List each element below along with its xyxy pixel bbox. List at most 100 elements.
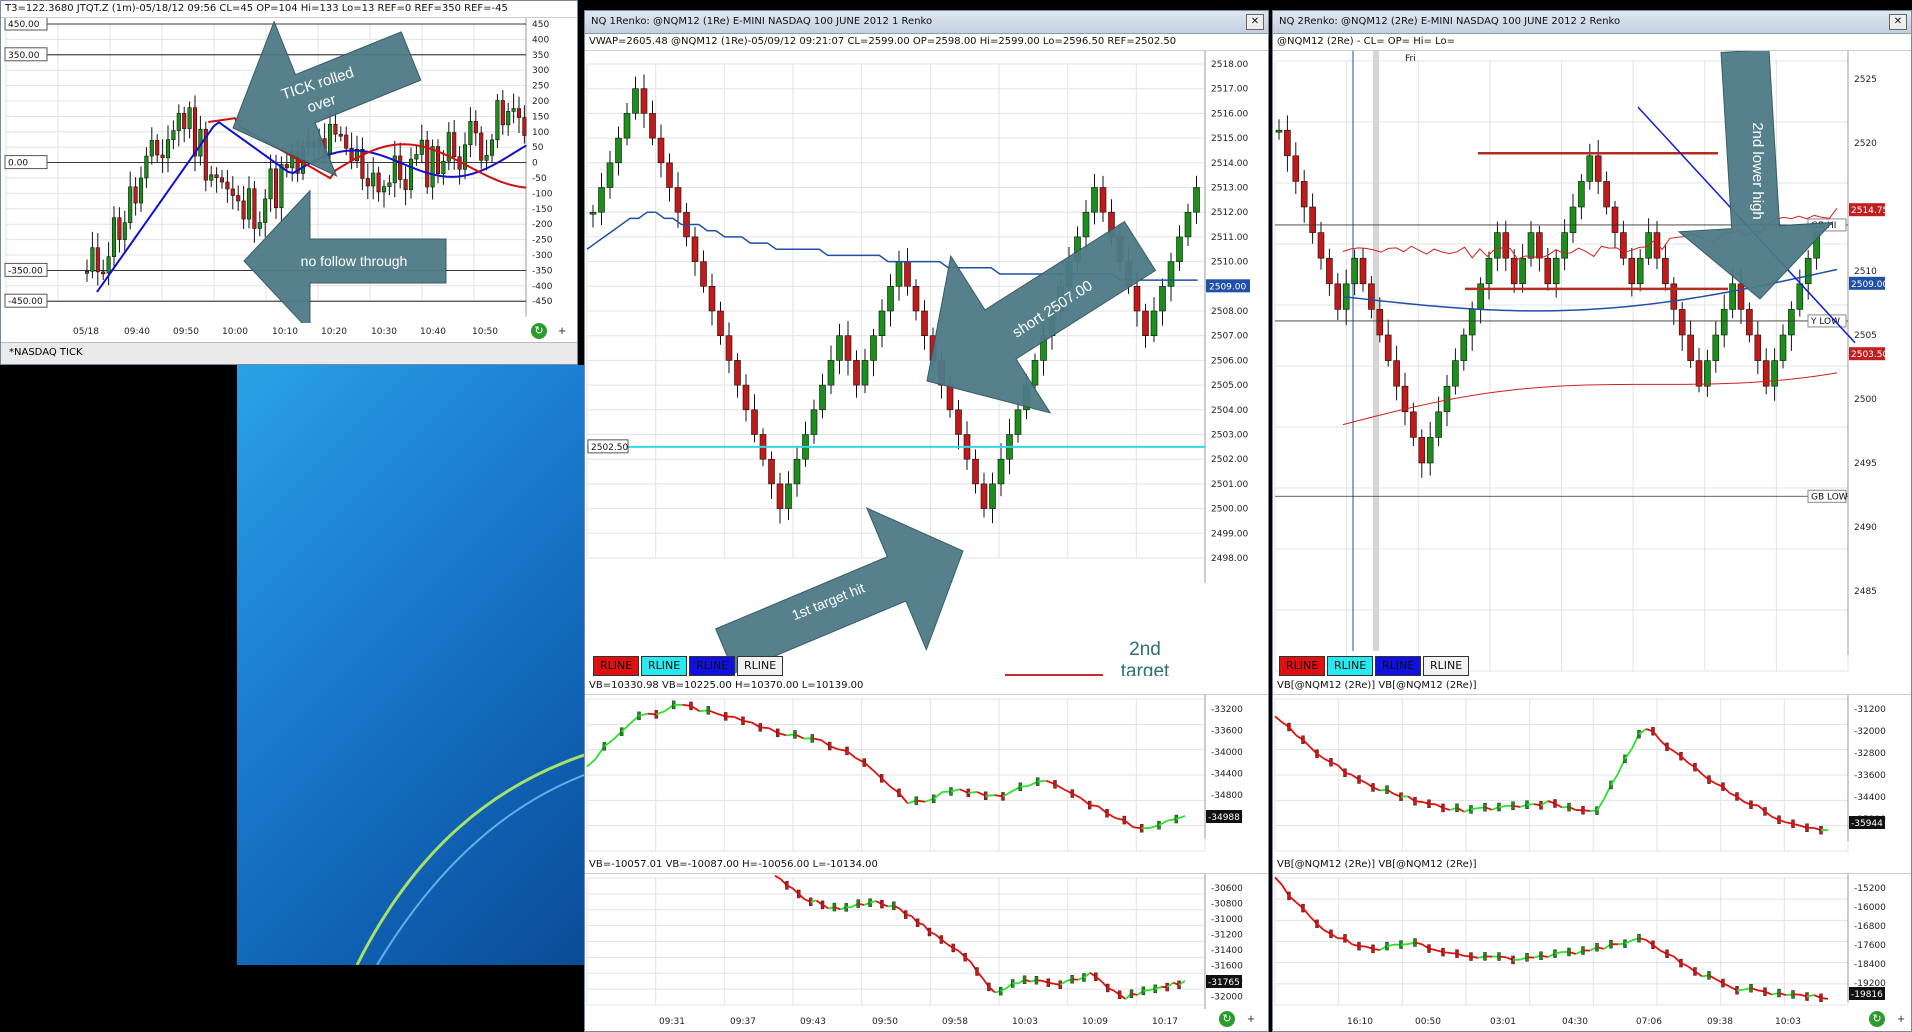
candle-body xyxy=(338,133,343,137)
candle-body xyxy=(489,139,495,156)
volume-balance-line xyxy=(1540,954,1549,958)
candle-body xyxy=(972,458,979,485)
renko2-vb1-plot: -31200-32000-32800-33600-34400-35200-359… xyxy=(1274,695,1886,852)
candle-body xyxy=(751,409,758,435)
vb-y-label: -31000 xyxy=(1211,915,1243,925)
vb-y-label: -33200 xyxy=(1211,705,1243,715)
renko1-vb2-plot: -30600-30800-31000-31200-31400-31600-318… xyxy=(586,874,1243,1009)
vb-y-label: -31600 xyxy=(1211,962,1243,972)
rline-button-red[interactable]: RLINE xyxy=(593,656,640,676)
volume-balance-line xyxy=(916,799,926,803)
tick-y-label: 350 xyxy=(532,51,549,61)
candle-body xyxy=(225,181,230,190)
volume-balance-line xyxy=(1470,807,1479,811)
tab-nasdaq-tick[interactable]: *NASDAQ TICK xyxy=(9,347,83,358)
tick-y-label: 0 xyxy=(532,159,538,169)
candle-body xyxy=(381,186,387,193)
renko1-y-label: 2506.00 xyxy=(1211,356,1248,366)
vb-y-label: -32000 xyxy=(1211,993,1243,1003)
candle-body xyxy=(1712,334,1720,361)
refresh-icon[interactable]: ↻ xyxy=(1869,1011,1885,1027)
vb-value-label: -35944 xyxy=(1851,819,1883,829)
candle-body xyxy=(1771,360,1778,387)
rline-button-red[interactable]: RLINE xyxy=(1279,656,1326,676)
rline-button-cyan[interactable]: RLINE xyxy=(641,656,688,676)
candle-body xyxy=(1393,360,1400,387)
candle-body xyxy=(106,256,111,274)
candle-body xyxy=(1519,257,1526,285)
desktop-wallpaper xyxy=(237,365,584,965)
vb-y-label: -34400 xyxy=(1211,770,1243,780)
candle-body xyxy=(1611,206,1619,233)
candle-body xyxy=(1754,334,1762,361)
candle-body xyxy=(365,178,370,187)
candle-body xyxy=(1620,232,1627,259)
candle-body xyxy=(468,121,473,146)
add-icon[interactable]: + xyxy=(1893,1011,1909,1027)
rline-button-cyan[interactable]: RLINE xyxy=(1327,656,1374,676)
candle-body xyxy=(921,310,928,337)
rline-button-blue[interactable]: RLINE xyxy=(689,656,736,676)
renko2-window: NQ 2Renko: @NQM12 (2Re) E-MINI NASDAQ 10… xyxy=(1272,10,1912,1032)
candle-body xyxy=(1544,257,1552,285)
candle-body xyxy=(473,121,478,134)
renko2-y-label: 2510 xyxy=(1854,267,1877,277)
refresh-icon[interactable]: ↻ xyxy=(531,323,547,339)
renko1-header: VWAP=2605.48 @NQM12 (1Re)-05/09/12 09:21… xyxy=(585,34,1268,51)
annotation-no-follow-through: no follow through xyxy=(301,253,408,269)
candle-body xyxy=(946,384,954,411)
candle-body xyxy=(1418,437,1426,464)
candle-body xyxy=(171,130,176,140)
candle-body xyxy=(95,247,100,273)
candle-body xyxy=(674,187,682,213)
candle-body xyxy=(1687,334,1694,361)
volume-balance-line xyxy=(1736,988,1745,992)
candle-body xyxy=(1729,283,1736,310)
close-icon[interactable]: ✕ xyxy=(1889,14,1907,30)
tick-x-axis: 05/18 09:40 09:50 10:00 10:10 10:20 10:3… xyxy=(1,327,531,341)
candle-body xyxy=(1376,309,1384,336)
candle-body xyxy=(717,310,724,337)
renko1-y-label: 2512.00 xyxy=(1211,208,1248,218)
close-icon[interactable]: ✕ xyxy=(1246,14,1264,30)
candle-body xyxy=(403,179,408,191)
candle-body xyxy=(138,177,144,204)
rline-button-blue[interactable]: RLINE xyxy=(1375,656,1422,676)
candle-body xyxy=(1014,409,1022,435)
candle-body xyxy=(246,188,252,220)
x-label: 04:30 xyxy=(1562,1017,1588,1027)
candle-body xyxy=(589,211,597,215)
candle-body xyxy=(1804,257,1812,285)
rline-button-white[interactable]: RLINE xyxy=(1423,656,1470,676)
refresh-icon[interactable]: ↻ xyxy=(1219,1011,1235,1027)
renko1-vb1-plot: -33200-33600-34000-34400-34800-35200-349… xyxy=(586,695,1243,852)
renko1-scrollbar[interactable] xyxy=(585,1009,1205,1031)
candle-body xyxy=(516,108,522,118)
candle-body xyxy=(117,217,122,240)
candle-body xyxy=(1133,286,1141,312)
volume-balance-line xyxy=(1624,748,1633,760)
volume-balance-line xyxy=(1372,947,1381,951)
tick-scrollbar[interactable]: *NASDAQ TICK xyxy=(1,342,577,364)
candle-body xyxy=(414,154,419,160)
renko2-vb1-header: VB[@NQM12 (2Re)] VB[@NQM12 (2Re)] xyxy=(1273,678,1911,695)
second-target-label: target xyxy=(1121,661,1170,676)
rline-button-white[interactable]: RLINE xyxy=(737,656,784,676)
candle-body xyxy=(506,111,511,126)
add-icon[interactable]: + xyxy=(1243,1011,1259,1027)
candle-body xyxy=(165,139,171,159)
candle-body xyxy=(252,188,257,229)
renko1-y-label: 2514.00 xyxy=(1211,159,1248,169)
renko1-y-label: 2504.00 xyxy=(1211,406,1248,416)
candle-body xyxy=(1788,309,1795,336)
candle-body xyxy=(1275,129,1283,133)
volume-balance-line xyxy=(1302,907,1311,918)
tick-y-label: -100 xyxy=(532,189,553,199)
vb-y-label: -34400 xyxy=(1854,793,1886,803)
candle-body xyxy=(1031,360,1039,386)
add-icon[interactable]: + xyxy=(554,323,570,339)
candle-body xyxy=(870,335,877,361)
window-title: NQ 2Renko: @NQM12 (2Re) E-MINI NASDAQ 10… xyxy=(1279,16,1621,27)
volume-balance-line xyxy=(1582,809,1591,812)
candle-body xyxy=(598,187,605,213)
